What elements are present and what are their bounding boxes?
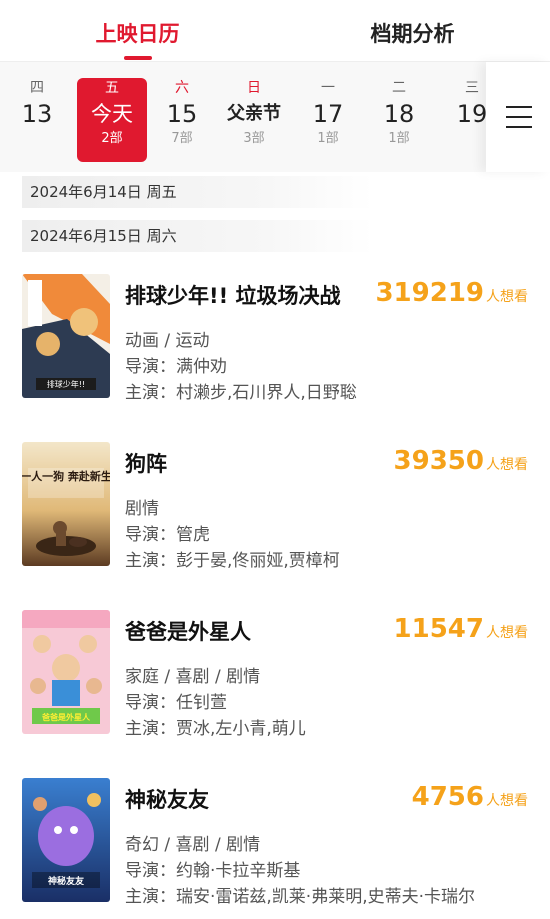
film-poster[interactable]: 排球少年!! [22,274,110,398]
want-to-see: 39350 人想看 [394,446,528,476]
weekday-label: 六 [175,80,189,96]
film-count: 7部 [171,131,193,146]
want-count: 11547 [393,614,484,644]
want-to-see: 4756 人想看 [412,782,528,812]
film-count: 1部 [388,131,410,146]
calendar-menu-button[interactable] [486,62,550,172]
poster-text: 爸爸是外星人 [41,712,91,722]
active-tab-indicator [123,56,152,60]
want-to-see: 319219 人想看 [375,278,528,308]
film-count: 3部 [243,131,265,146]
tab-schedule-analysis[interactable]: 档期分析 [275,0,550,62]
date-item-17[interactable]: 一 17 1部 [293,78,363,162]
top-tabs: 上映日历 档期分析 [0,0,550,62]
film-director: 导演：满仲劝 [125,357,227,377]
date-item-fathers-day[interactable]: 日 父亲节 3部 [219,78,289,162]
want-count: 4756 [411,782,484,812]
film-count: 1部 [317,131,339,146]
hamburger-menu-icon [506,106,532,128]
film-genre: 动画 / 运动 [125,331,210,351]
film-title[interactable]: 爸爸是外星人 [125,616,251,646]
film-poster[interactable]: 神秘友友 [22,778,110,902]
weekday-label: 五 [105,80,119,96]
film-cast: 主演：瑞安·雷诺兹,凯莱·弗莱明,史蒂夫·卡瑞尔 [125,887,476,907]
film-director: 导演：任钊萱 [125,693,227,713]
date-item-13[interactable]: 四 13 [2,78,72,162]
weekday-label: 四 [30,80,44,96]
film-item-dad-is-alien[interactable]: 爸爸是外星人 爸爸是外星人 11547 人想看 家庭 / 喜剧 / 剧情 导演：任… [0,610,550,740]
film-cast: 主演：贾冰,左小青,萌儿 [125,719,306,739]
weekday-label: 日 [247,80,261,96]
date-item-today[interactable]: 五 今天 2部 [77,78,147,162]
tab-release-calendar-label: 上映日历 [95,22,180,46]
poster-text: 神秘友友 [48,875,84,887]
date-strip: 四 13 五 今天 2部 六 15 7部 日 父亲节 3部 一 17 1部 二 … [0,62,550,172]
film-genre: 奇幻 / 喜剧 / 剧情 [125,835,261,855]
want-label: 人想看 [486,289,528,305]
want-label: 人想看 [486,625,528,641]
film-title[interactable]: 神秘友友 [125,784,209,814]
want-count: 319219 [375,278,484,308]
film-cast: 主演：彭于晏,佟丽娅,贾樟柯 [125,551,340,571]
date-section-header: 2024年6月15日 周六 [22,220,374,252]
date-number: 17 [312,100,344,128]
want-count: 39350 [393,446,484,476]
film-director: 导演：管虎 [125,525,210,545]
film-director: 导演：约翰·卡拉辛斯基 [125,861,301,881]
poster-text: 排球少年!! [47,379,85,389]
tab-schedule-analysis-label: 档期分析 [370,22,455,46]
poster-text: 一人一狗 奔赴新生 [22,469,110,483]
date-number: 13 [21,100,53,128]
date-number: 今天 [91,102,133,126]
weekday-label: 一 [321,80,335,96]
want-label: 人想看 [486,457,528,473]
date-item-15[interactable]: 六 15 7部 [147,78,217,162]
film-genre: 家庭 / 喜剧 / 剧情 [125,667,261,687]
want-label: 人想看 [486,793,528,809]
date-item-18[interactable]: 二 18 1部 [364,78,434,162]
date-section-header: 2024年6月14日 周五 [22,176,374,208]
date-number: 15 [166,100,198,128]
film-count: 2部 [101,131,123,146]
film-count [2,130,72,148]
want-to-see: 11547 人想看 [394,614,528,644]
date-number: 18 [383,100,415,128]
date-number: 父亲节 [227,103,281,124]
film-title[interactable]: 排球少年!! 垃圾场决战 [125,280,340,310]
film-poster[interactable]: 一人一狗 奔赴新生 [22,442,110,566]
weekday-label: 二 [392,80,406,96]
film-title[interactable]: 狗阵 [125,448,167,478]
film-item-dog-array[interactable]: 一人一狗 奔赴新生 狗阵 39350 人想看 剧情 导演：管虎 主演：彭于晏,佟丽… [0,442,550,572]
film-item-if[interactable]: 神秘友友 神秘友友 4756 人想看 奇幻 / 喜剧 / 剧情 导演：约翰·卡拉辛… [0,778,550,908]
film-genre: 剧情 [125,499,159,519]
film-item-haikyu[interactable]: 排球少年!! 排球少年!! 垃圾场决战 319219 人想看 动画 / 运动 导演… [0,274,550,404]
film-poster[interactable]: 爸爸是外星人 [22,610,110,734]
tab-release-calendar[interactable]: 上映日历 [0,0,275,62]
film-cast: 主演：村濑步,石川界人,日野聡 [125,383,357,403]
